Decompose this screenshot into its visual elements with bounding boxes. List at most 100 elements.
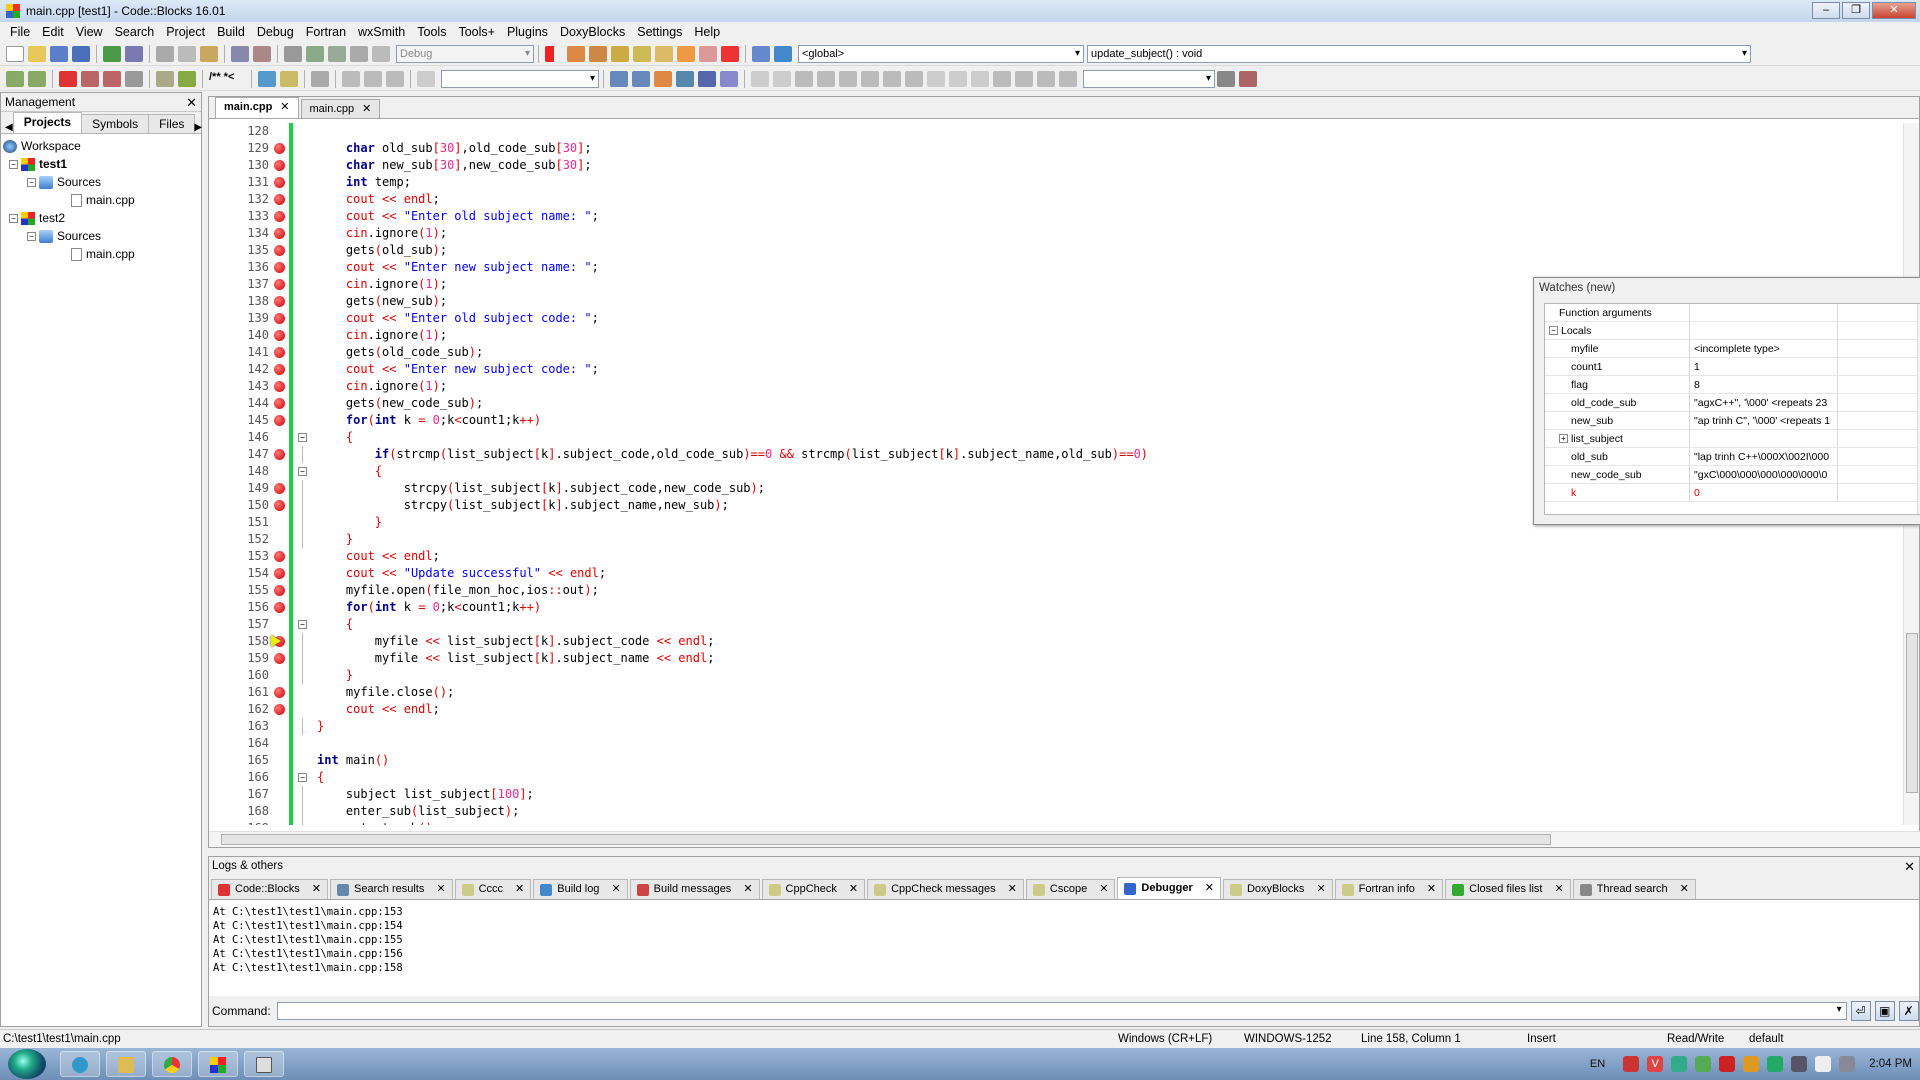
breakpoint-margin[interactable] bbox=[269, 140, 289, 157]
code-line[interactable]: 160 } bbox=[209, 667, 1897, 684]
fold-margin[interactable] bbox=[297, 701, 311, 718]
breakpoint-icon[interactable] bbox=[274, 160, 285, 171]
menu-wxsmith[interactable]: wxSmith bbox=[352, 25, 411, 39]
breakpoint-margin[interactable] bbox=[269, 208, 289, 225]
breakpoint-margin[interactable] bbox=[269, 514, 289, 531]
step-out-icon[interactable] bbox=[633, 45, 651, 62]
highlight-icon[interactable] bbox=[654, 70, 672, 87]
cut-icon[interactable] bbox=[156, 45, 174, 62]
fold-margin[interactable] bbox=[297, 514, 311, 531]
breakpoint-icon[interactable] bbox=[274, 211, 285, 222]
breakpoint-margin[interactable] bbox=[269, 225, 289, 242]
taskbar-chrome[interactable] bbox=[152, 1051, 192, 1077]
widget-text-icon[interactable] bbox=[883, 70, 901, 87]
code-line[interactable]: 134 cin.ignore(1); bbox=[209, 225, 1897, 242]
first-icon[interactable] bbox=[342, 70, 360, 87]
code-text[interactable] bbox=[311, 123, 317, 140]
thread-search-icon[interactable] bbox=[1217, 70, 1235, 87]
breakpoint-margin[interactable] bbox=[269, 565, 289, 582]
code-text[interactable]: { bbox=[311, 429, 353, 446]
tab-files[interactable]: Files bbox=[148, 114, 196, 133]
code-line[interactable]: 132 cout << endl; bbox=[209, 191, 1897, 208]
breakpoint-icon[interactable] bbox=[274, 483, 285, 494]
close-window-button[interactable]: ✕ bbox=[1872, 2, 1916, 19]
fold-margin[interactable] bbox=[297, 327, 311, 344]
select-icon[interactable] bbox=[676, 70, 694, 87]
taskbar-console[interactable] bbox=[244, 1051, 284, 1077]
fold-margin[interactable] bbox=[297, 820, 311, 825]
new-file-icon[interactable] bbox=[6, 45, 24, 62]
scope-select[interactable]: <global> bbox=[798, 44, 1084, 63]
code-line[interactable]: 164 bbox=[209, 735, 1897, 752]
code-text[interactable]: cout << endl; bbox=[311, 191, 440, 208]
log-tab-cscope[interactable]: Cscope ✕ bbox=[1025, 879, 1116, 899]
doxy-chm-icon[interactable] bbox=[280, 70, 298, 87]
breakpoint-margin[interactable] bbox=[269, 616, 289, 633]
code-line[interactable]: 157 − { bbox=[209, 616, 1897, 633]
tray-network-icon[interactable] bbox=[1671, 1056, 1688, 1072]
abort-icon[interactable] bbox=[372, 45, 390, 62]
breakpoint-icon[interactable] bbox=[274, 551, 285, 562]
code-text[interactable]: cout << "Enter new subject code: "; bbox=[311, 361, 599, 378]
menu-project[interactable]: Project bbox=[160, 25, 211, 39]
code-text[interactable]: gets(new_sub); bbox=[311, 293, 447, 310]
replace-icon[interactable] bbox=[253, 45, 271, 62]
input-language[interactable]: EN bbox=[1590, 1058, 1605, 1070]
log-tab-thread-search[interactable]: Thread search ✕ bbox=[1572, 879, 1696, 899]
code-line[interactable]: 159 myfile << list_subject[k].subject_na… bbox=[209, 650, 1897, 667]
fold-margin[interactable] bbox=[297, 259, 311, 276]
close-tab-icon[interactable]: ✕ bbox=[1008, 880, 1017, 899]
breakpoint-icon[interactable] bbox=[274, 415, 285, 426]
breakpoint-icon[interactable] bbox=[274, 296, 285, 307]
code-line[interactable]: 130 char new_sub[30],new_code_sub[30]; bbox=[209, 157, 1897, 174]
fold-toggle-icon[interactable]: − bbox=[298, 467, 307, 476]
code-text[interactable]: cout << "Enter new subject name: "; bbox=[311, 259, 599, 276]
redo-icon[interactable] bbox=[125, 45, 143, 62]
code-line[interactable]: 168 enter_sub(list_subject); bbox=[209, 803, 1897, 820]
code-text[interactable]: char old_sub[30],old_code_sub[30]; bbox=[311, 140, 592, 157]
clear-log-icon[interactable]: ✗ bbox=[1898, 1001, 1919, 1021]
widget-list-icon[interactable] bbox=[905, 70, 923, 87]
fold-margin[interactable] bbox=[297, 123, 311, 140]
watch-value[interactable] bbox=[1690, 322, 1838, 339]
fold-margin[interactable] bbox=[297, 599, 311, 616]
menu-fortran[interactable]: Fortran bbox=[300, 25, 352, 39]
watch-row[interactable]: old_code_sub "agxC++", '\000' <repeats 23 bbox=[1545, 394, 1920, 412]
watch-row[interactable]: myfile <incomplete type> bbox=[1545, 340, 1920, 358]
watch-value[interactable] bbox=[1690, 430, 1838, 447]
breakpoint-margin[interactable] bbox=[269, 395, 289, 412]
code-text[interactable]: int temp; bbox=[311, 174, 411, 191]
breakpoint-icon[interactable] bbox=[274, 704, 285, 715]
fold-margin[interactable] bbox=[297, 344, 311, 361]
code-text[interactable]: } bbox=[311, 531, 353, 548]
watch-row[interactable]: Function arguments bbox=[1545, 304, 1920, 322]
log-tab-build-log[interactable]: Build log ✕ bbox=[533, 879, 628, 899]
code-line[interactable]: 163} bbox=[209, 718, 1897, 735]
tree-file-main[interactable]: main.cpp bbox=[3, 191, 199, 209]
record-icon[interactable] bbox=[364, 70, 382, 87]
tree-folder-sources[interactable]: − Sources bbox=[3, 227, 199, 245]
display-icon[interactable] bbox=[1839, 1056, 1856, 1072]
watch-value[interactable]: 1 bbox=[1690, 358, 1838, 375]
widget-radio-icon[interactable] bbox=[949, 70, 967, 87]
fold-toggle-icon[interactable]: − bbox=[298, 773, 307, 782]
breakpoint-margin[interactable] bbox=[269, 344, 289, 361]
watch-value[interactable]: "ap trinh C", '\000' <repeats 1 bbox=[1690, 412, 1838, 429]
breakpoint-margin[interactable] bbox=[269, 463, 289, 480]
breakpoint-margin[interactable] bbox=[269, 157, 289, 174]
tray-update-icon[interactable] bbox=[1767, 1056, 1784, 1072]
close-tab-icon[interactable]: ✕ bbox=[1680, 880, 1689, 899]
next-bookmark-icon[interactable] bbox=[103, 70, 121, 87]
close-tab-icon[interactable]: ✕ bbox=[1554, 880, 1563, 899]
log-tab-search-results[interactable]: Search results ✕ bbox=[330, 879, 453, 899]
next-instruction-icon[interactable] bbox=[655, 45, 673, 62]
fold-margin[interactable] bbox=[297, 684, 311, 701]
log-tab-cccc[interactable]: Cccc ✕ bbox=[454, 879, 532, 899]
breakpoint-icon[interactable] bbox=[274, 177, 285, 188]
widget-frame-icon[interactable] bbox=[773, 70, 791, 87]
fold-margin[interactable] bbox=[297, 310, 311, 327]
breakpoint-margin[interactable] bbox=[269, 480, 289, 497]
menu-settings[interactable]: Settings bbox=[631, 25, 688, 39]
doxy-html-icon[interactable] bbox=[258, 70, 276, 87]
run-icon[interactable] bbox=[306, 45, 324, 62]
